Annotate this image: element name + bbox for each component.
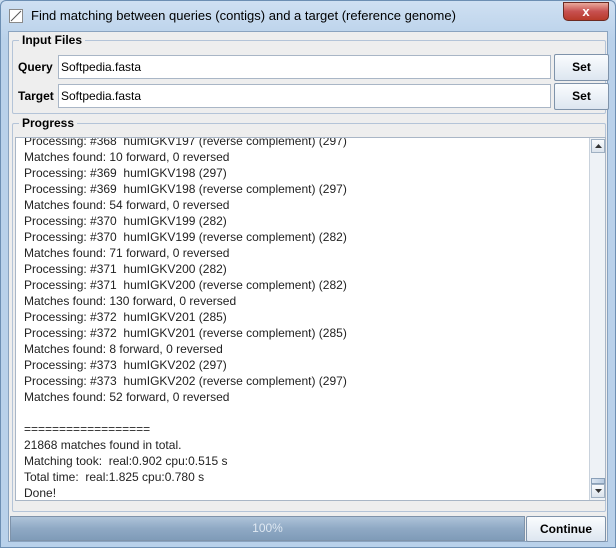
vertical-scrollbar[interactable] [589, 138, 605, 500]
log-line: Processing: #369 humIGKV198 (reverse com… [24, 182, 347, 196]
title-bar[interactable]: Find matching between queries (contigs) … [1, 1, 615, 31]
window-title: Find matching between queries (contigs) … [31, 8, 456, 23]
app-icon [9, 9, 23, 23]
log-line: Processing: #368 humIGKV197 (reverse com… [24, 137, 347, 148]
app-window: Find matching between queries (contigs) … [0, 0, 616, 548]
progress-legend: Progress [19, 116, 78, 130]
scroll-down-button[interactable] [591, 484, 605, 498]
arrow-down-icon [595, 489, 602, 493]
close-button[interactable]: x [563, 2, 609, 21]
log-line: Done! [24, 486, 57, 500]
progress-log[interactable]: Processing: #368 humIGKV197 (reverse com… [15, 137, 606, 501]
input-files-group: Input Files Query Softpedia.fasta Set Ta… [12, 33, 609, 114]
close-icon: x [582, 4, 590, 19]
log-line: Processing: #372 humIGKV201 (reverse com… [24, 326, 347, 340]
progress-bar: 100% [10, 516, 525, 541]
log-line: Processing: #370 humIGKV199 (reverse com… [24, 230, 347, 244]
arrow-up-icon [595, 144, 602, 148]
log-line: Processing: #371 humIGKV200 (reverse com… [24, 278, 347, 292]
log-line: Processing: #373 humIGKV202 (reverse com… [24, 374, 347, 388]
client-area: Input Files Query Softpedia.fasta Set Ta… [8, 31, 609, 542]
progress-percent: 100% [252, 521, 283, 535]
target-set-button[interactable]: Set [554, 83, 609, 110]
log-line: Processing: #373 humIGKV202 (297) [24, 358, 227, 372]
log-line: Matches found: 71 forward, 0 reversed [24, 246, 230, 260]
log-line: Processing: #372 humIGKV201 (285) [24, 310, 227, 324]
log-line: Matches found: 10 forward, 0 reversed [24, 150, 230, 164]
log-line: Processing: #371 humIGKV200 (282) [24, 262, 227, 276]
log-line: Matching took: real:0.902 cpu:0.515 s [24, 454, 228, 468]
log-line: Matches found: 8 forward, 0 reversed [24, 342, 223, 356]
log-line: Matches found: 52 forward, 0 reversed [24, 390, 230, 404]
progress-group: Progress Processing: #368 humIGKV197 (re… [12, 116, 606, 512]
log-lines: Processing: #368 humIGKV197 (reverse com… [24, 137, 584, 500]
log-line: ================== [24, 422, 151, 436]
input-files-legend: Input Files [19, 33, 85, 47]
query-set-button[interactable]: Set [554, 54, 609, 81]
query-field[interactable]: Softpedia.fasta [58, 55, 551, 79]
continue-button[interactable]: Continue [526, 516, 606, 542]
log-line: 21868 matches found in total. [24, 438, 182, 452]
log-line: Processing: #369 humIGKV198 (297) [24, 166, 227, 180]
target-label: Target [18, 89, 54, 103]
log-line: Matches found: 130 forward, 0 reversed [24, 294, 237, 308]
target-field[interactable]: Softpedia.fasta [58, 84, 551, 108]
query-label: Query [18, 60, 53, 74]
log-line: Total time: real:1.825 cpu:0.780 s [24, 470, 205, 484]
log-line: Matches found: 54 forward, 0 reversed [24, 198, 230, 212]
scroll-up-button[interactable] [591, 139, 605, 153]
log-line: Processing: #370 humIGKV199 (282) [24, 214, 227, 228]
